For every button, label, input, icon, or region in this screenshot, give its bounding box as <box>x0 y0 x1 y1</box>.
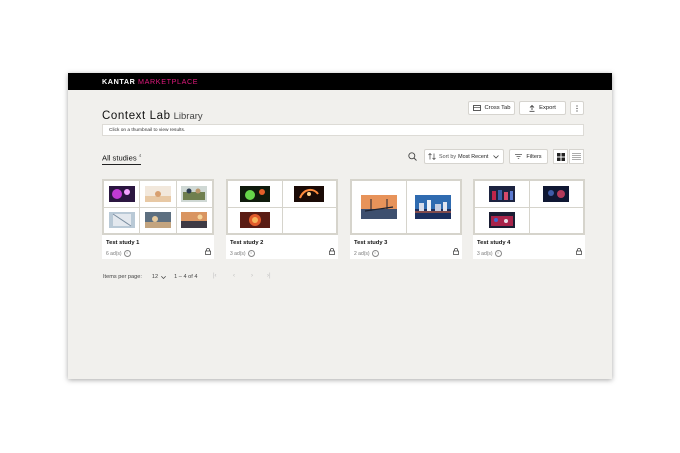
next-page-icon[interactable]: › <box>251 273 253 279</box>
chevron-down-icon <box>493 154 500 159</box>
ad-count: 2 ad(s) i <box>354 250 379 257</box>
ad-thumbnail[interactable] <box>228 207 282 233</box>
info-icon[interactable]: i <box>123 250 131 257</box>
page-range: 1 – 4 of 4 <box>174 274 198 280</box>
ad-thumbnail[interactable] <box>352 181 406 233</box>
brand-logo[interactable]: KANTAR MARKETPLACE <box>102 78 198 86</box>
last-page-icon[interactable]: ›| <box>267 273 271 279</box>
export-icon <box>529 104 535 112</box>
hint-bar: Click on a thumbnail to view results. <box>102 124 584 136</box>
table-icon <box>472 105 481 111</box>
cross-tab-label: Cross Tab <box>484 105 511 111</box>
ad-thumbnail[interactable] <box>228 181 282 207</box>
ad-thumbnail[interactable] <box>176 181 212 207</box>
thumbnail-grid[interactable] <box>102 179 214 235</box>
pagination: Items per page: 12 1 – 4 of 4 <box>103 274 197 280</box>
thumbnail-grid[interactable] <box>350 179 462 235</box>
filters-label: Filters <box>526 153 542 160</box>
study-name[interactable]: Test study 3 <box>354 240 387 246</box>
ad-count-text: 3 ad(s) <box>230 250 246 257</box>
ad-count: 3 ad(s) i <box>230 250 255 257</box>
ad-count-text: 6 ad(s) <box>106 250 122 257</box>
items-per-page-label: Items per page: <box>103 274 142 280</box>
study-card[interactable]: Test study 2 3 ad(s) i <box>226 179 338 259</box>
thumbnail-grid[interactable] <box>226 179 338 235</box>
lock-icon[interactable] <box>453 248 459 255</box>
tab-all-studies-label: All studies <box>102 153 137 163</box>
info-icon[interactable]: i <box>494 250 502 257</box>
ad-thumbnail[interactable] <box>475 181 529 207</box>
sort-dropdown[interactable]: Sort by Most Recent <box>424 149 504 164</box>
ad-count: 3 ad(s) i <box>477 250 502 257</box>
ad-thumbnail[interactable] <box>104 181 140 207</box>
study-card[interactable]: Test study 4 3 ad(s) i <box>473 179 585 259</box>
grid-view-toggle[interactable] <box>553 149 568 164</box>
ad-thumbnail[interactable] <box>475 207 529 233</box>
chevron-down-icon <box>161 275 167 279</box>
app-window: KANTAR MARKETPLACE Context Lab Library Cr… <box>68 73 612 379</box>
prev-page-icon[interactable]: ‹ <box>233 273 235 279</box>
ad-thumbnail[interactable] <box>176 207 212 233</box>
filters-button[interactable]: Filters <box>509 149 548 164</box>
ad-count: 6 ad(s) i <box>106 250 131 257</box>
info-icon[interactable]: i <box>371 250 379 257</box>
ad-count-text: 3 ad(s) <box>477 250 493 257</box>
sort-value: Most Recent <box>458 153 489 160</box>
ad-thumbnail[interactable] <box>406 181 460 233</box>
filter-icon <box>515 154 523 159</box>
page-title: Context Lab Library <box>102 106 203 124</box>
brand-secondary: MARKETPLACE <box>138 77 199 86</box>
lock-icon[interactable] <box>329 248 335 255</box>
study-name[interactable]: Test study 1 <box>106 240 139 246</box>
tab-underline <box>102 164 141 165</box>
lock-icon[interactable] <box>205 248 211 255</box>
first-page-icon[interactable]: |‹ <box>213 273 217 279</box>
list-view-toggle[interactable] <box>569 149 584 164</box>
ad-count-text: 2 ad(s) <box>354 250 370 257</box>
ad-thumbnail[interactable] <box>104 207 140 233</box>
items-per-page-value: 12 <box>151 274 159 280</box>
sort-prefix: Sort by <box>439 153 457 160</box>
brand-primary: KANTAR <box>102 77 136 86</box>
export-label: Export <box>539 105 556 111</box>
cross-tab-button[interactable]: Cross Tab <box>468 101 515 115</box>
empty-thumbnail-slot <box>529 207 583 233</box>
ad-thumbnail[interactable] <box>140 181 176 207</box>
tab-all-studies[interactable]: All studies 4 <box>102 153 141 163</box>
tab-count-badge: 4 <box>138 153 142 158</box>
info-icon[interactable]: i <box>247 250 255 257</box>
thumbnail-grid[interactable] <box>473 179 585 235</box>
study-card[interactable]: Test study 3 2 ad(s) i <box>350 179 462 259</box>
more-button[interactable] <box>570 101 584 115</box>
top-bar: KANTAR MARKETPLACE <box>68 73 612 90</box>
page-title-main: Context Lab <box>102 110 171 122</box>
lock-icon[interactable] <box>576 248 582 255</box>
page-title-sub: Library <box>173 111 203 122</box>
search-icon[interactable] <box>408 152 417 161</box>
export-button[interactable]: Export <box>519 101 566 115</box>
empty-thumbnail-slot <box>282 207 336 233</box>
study-name[interactable]: Test study 2 <box>230 240 263 246</box>
study-card[interactable]: Test study 1 6 ad(s) i <box>102 179 214 259</box>
ad-thumbnail[interactable] <box>282 181 336 207</box>
ad-thumbnail[interactable] <box>529 181 583 207</box>
list-view-icon <box>572 153 581 160</box>
grid-view-icon <box>556 152 565 161</box>
items-per-page-select[interactable]: 12 <box>151 274 167 280</box>
study-name[interactable]: Test study 4 <box>477 240 510 246</box>
sort-icon <box>428 153 436 160</box>
more-icon <box>576 104 578 112</box>
ad-thumbnail[interactable] <box>140 207 176 233</box>
